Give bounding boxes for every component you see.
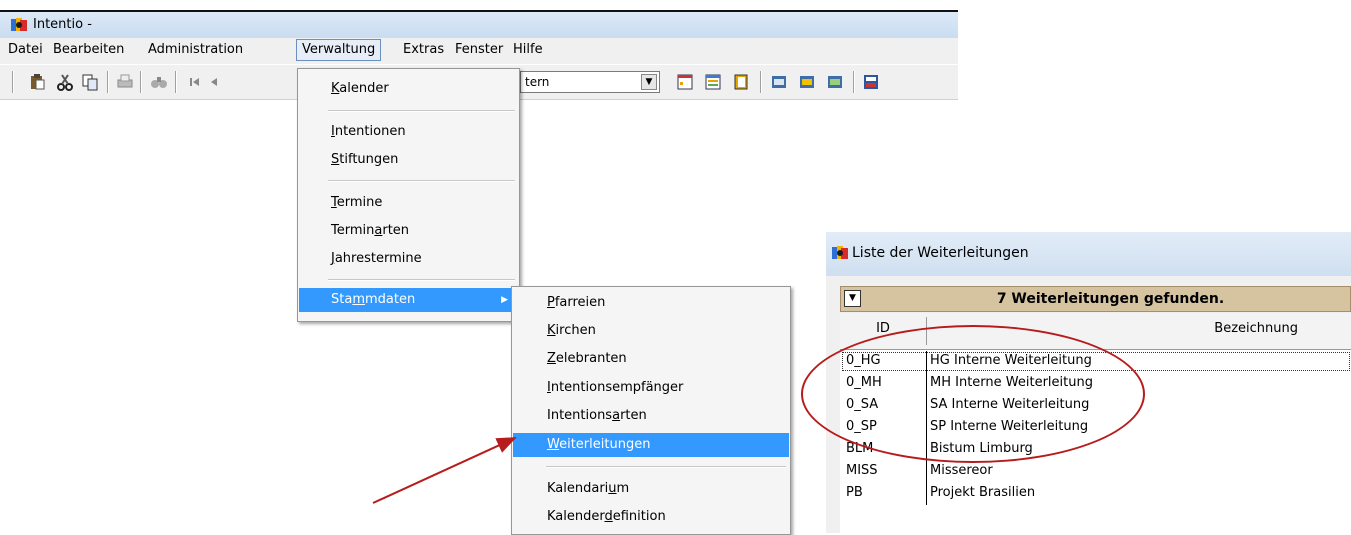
annotation-arrow <box>372 437 517 504</box>
